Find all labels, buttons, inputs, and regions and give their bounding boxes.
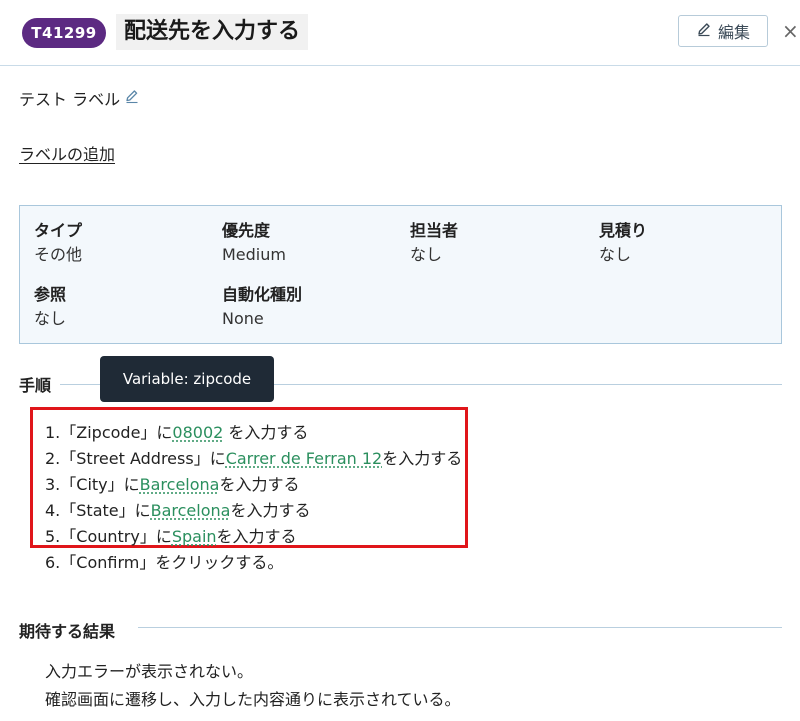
step-item: 4.「State」にBarcelonaを入力する <box>45 498 462 524</box>
info-priority-value: Medium <box>222 245 286 264</box>
info-reference: 参照 なし <box>34 284 66 330</box>
edit-button[interactable]: 編集 <box>678 15 768 47</box>
step-suffix: を入力する <box>230 501 311 520</box>
expected-result-line: 確認画面に遷移し、入力した内容通りに表示されている。 <box>45 690 461 709</box>
step-item: 1.「Zipcode」に08002 を入力する <box>45 420 462 446</box>
ticket-info-panel: タイプ その他 優先度 Medium 担当者 なし 見積り なし 参照 なし 自… <box>19 205 782 344</box>
info-assignee-value: なし <box>410 245 443 264</box>
step-prefix: 4.「State」に <box>45 501 151 520</box>
info-assignee: 担当者 なし <box>410 220 458 266</box>
info-priority: 優先度 Medium <box>222 220 286 266</box>
test-label: テスト ラベル <box>19 86 140 110</box>
info-estimate-label: 見積り <box>599 221 648 240</box>
pencil-icon <box>696 21 712 41</box>
info-reference-label: 参照 <box>34 285 67 304</box>
test-label-text: テスト ラベル <box>19 90 121 109</box>
info-type: タイプ その他 <box>34 220 82 266</box>
step-item: 5.「Country」にSpainを入力する <box>45 524 462 550</box>
step-prefix: 5.「Country」に <box>45 527 172 546</box>
info-assignee-label: 担当者 <box>410 221 459 240</box>
info-automation: 自動化種別 None <box>222 284 302 330</box>
close-icon[interactable]: × <box>782 20 799 42</box>
edit-button-label: 編集 <box>717 23 750 42</box>
info-estimate-value: なし <box>599 245 632 264</box>
step-variable-link[interactable]: Carrer de Ferran 12 <box>226 449 383 468</box>
add-label-link[interactable]: ラベルの追加 <box>19 141 115 165</box>
step-variable-link[interactable]: Spain <box>172 527 217 546</box>
info-priority-label: 優先度 <box>222 221 271 240</box>
step-item: 2.「Street Address」にCarrer de Ferran 12を入… <box>45 446 462 472</box>
expected-result-heading: 期待する結果 <box>19 622 116 641</box>
step-variable-link[interactable]: Barcelona <box>140 475 220 494</box>
pencil-icon[interactable] <box>124 88 140 108</box>
expected-result-divider <box>138 627 782 628</box>
info-reference-value: なし <box>34 309 67 328</box>
ticket-header: T41299 配送先を入力する 編集 × <box>0 0 800 66</box>
info-type-value: その他 <box>34 245 83 264</box>
info-estimate: 見積り なし <box>599 220 647 266</box>
info-type-label: タイプ <box>34 221 83 240</box>
step-variable-link[interactable]: Barcelona <box>151 501 231 520</box>
step-prefix: 1.「Zipcode」に <box>45 423 173 442</box>
step-item: 6.「Confirm」をクリックする。 <box>45 550 462 576</box>
info-automation-label: 自動化種別 <box>222 285 303 304</box>
ticket-id-badge: T41299 <box>22 18 106 48</box>
expected-result-line: 入力エラーが表示されない。 <box>45 662 254 681</box>
step-suffix: を入力する <box>216 527 297 546</box>
step-suffix: を入力する <box>219 475 300 494</box>
step-suffix: を入力する <box>382 449 463 468</box>
steps-list: 1.「Zipcode」に08002 を入力する 2.「Street Addres… <box>45 420 462 576</box>
step-item: 3.「City」にBarcelonaを入力する <box>45 472 462 498</box>
info-automation-value: None <box>222 309 264 328</box>
step-variable-link[interactable]: 08002 <box>172 423 223 442</box>
expected-result-body: 入力エラーが表示されない。 確認画面に遷移し、入力した内容通りに表示されている。 <box>45 658 461 714</box>
variable-tooltip: Variable: zipcode <box>100 356 274 402</box>
ticket-title: 配送先を入力する <box>116 14 309 50</box>
step-prefix: 6.「Confirm」をクリックする。 <box>45 553 284 572</box>
step-prefix: 2.「Street Address」に <box>45 449 226 468</box>
step-prefix: 3.「City」に <box>45 475 140 494</box>
steps-heading: 手順 <box>19 376 52 395</box>
step-suffix: を入力する <box>223 423 309 442</box>
